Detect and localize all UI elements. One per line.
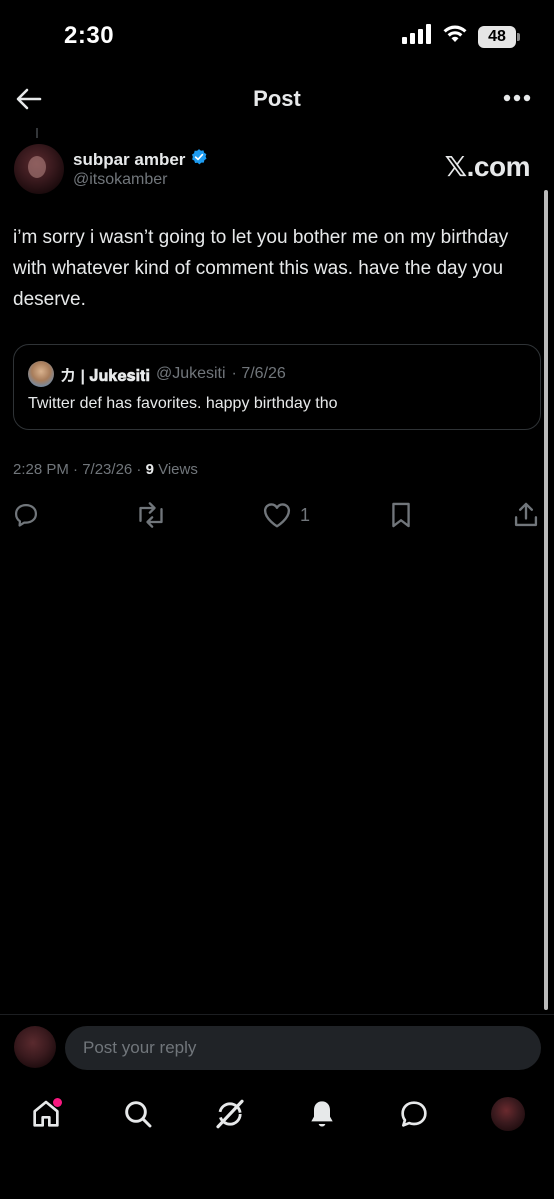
tab-profile[interactable] <box>488 1094 528 1134</box>
more-horizontal-icon <box>503 94 531 102</box>
grok-icon <box>216 1099 244 1129</box>
quoted-author-handle: @Jukesiti <box>155 365 226 382</box>
more-options-button[interactable] <box>502 86 532 110</box>
quoted-author-name: カ | 𝐉𝐮𝐤𝐞𝐬𝐢𝐭𝐢 <box>60 368 150 385</box>
heart-icon <box>263 503 291 528</box>
post-author: subpar amber @itsokamber 𝕏.com <box>14 142 540 196</box>
bottom-navigation <box>0 1090 554 1140</box>
post-date: · 7/23/26 · <box>73 461 142 478</box>
notification-dot <box>53 1098 62 1107</box>
tab-search[interactable] <box>118 1094 158 1134</box>
author-name[interactable]: subpar amber <box>73 150 185 170</box>
page-title: Post <box>253 86 301 111</box>
like-count: 1 <box>300 504 311 525</box>
thread-connector-line <box>36 128 38 138</box>
divider <box>0 1014 554 1015</box>
comment-icon <box>14 503 38 527</box>
reply-input[interactable] <box>65 1026 541 1070</box>
scrollbar[interactable] <box>544 190 548 1010</box>
x-watermark-logo: 𝕏.com <box>444 151 531 182</box>
views-label: Views <box>158 461 198 478</box>
quoted-author-avatar <box>28 361 54 387</box>
search-icon <box>125 1101 152 1128</box>
share-icon <box>514 502 538 527</box>
tab-messages[interactable] <box>394 1094 434 1134</box>
reply-button[interactable] <box>12 498 40 532</box>
quoted-post-header: カ | 𝐉𝐮𝐤𝐞𝐬𝐢𝐭𝐢 @Jukesiti · 7/6/26 <box>28 361 286 387</box>
author-avatar[interactable] <box>14 144 64 194</box>
status-icons: 48 <box>402 24 520 49</box>
quoted-post[interactable]: カ | 𝐉𝐮𝐤𝐞𝐬𝐢𝐭𝐢 @Jukesiti · 7/6/26 Twitter … <box>13 344 541 430</box>
user-avatar <box>14 1026 56 1068</box>
repost-button[interactable] <box>134 498 168 532</box>
status-bar: 2:30 48 <box>0 0 554 72</box>
like-button[interactable]: 1 <box>262 498 310 532</box>
share-button[interactable] <box>512 498 540 532</box>
tab-grok[interactable] <box>210 1094 250 1134</box>
profile-avatar <box>491 1097 525 1131</box>
tab-notifications[interactable] <box>302 1094 342 1134</box>
reply-composer <box>0 1024 554 1076</box>
wifi-icon <box>442 24 468 49</box>
bell-icon <box>311 1101 333 1127</box>
chat-bubble-icon <box>401 1101 427 1127</box>
cellular-signal-icon <box>402 24 432 49</box>
battery-indicator: 48 <box>478 25 520 48</box>
tab-home[interactable] <box>26 1094 66 1134</box>
bookmark-icon <box>392 502 410 528</box>
post-actions: 1 <box>0 498 554 534</box>
post-header: Post <box>0 76 554 120</box>
status-time: 2:30 <box>64 22 115 49</box>
repost-icon <box>139 502 163 528</box>
bookmark-button[interactable] <box>388 498 414 532</box>
post-time: 2:28 PM <box>13 461 69 478</box>
post-text: i’m sorry i wasn’t going to let you both… <box>13 227 509 310</box>
author-name-group[interactable]: subpar amber <box>73 148 208 171</box>
views-count: 9 <box>145 461 154 478</box>
verified-badge-icon <box>190 148 208 171</box>
quoted-post-date: · 7/6/26 <box>231 365 286 382</box>
home-indicator <box>207 1184 347 1189</box>
author-handle[interactable]: @itsokamber <box>73 171 168 189</box>
quoted-post-text: Twitter def has favorites. happy birthda… <box>28 395 338 412</box>
post-timestamp: 2:28 PM · 7/23/26 · 9 Views <box>13 461 198 478</box>
